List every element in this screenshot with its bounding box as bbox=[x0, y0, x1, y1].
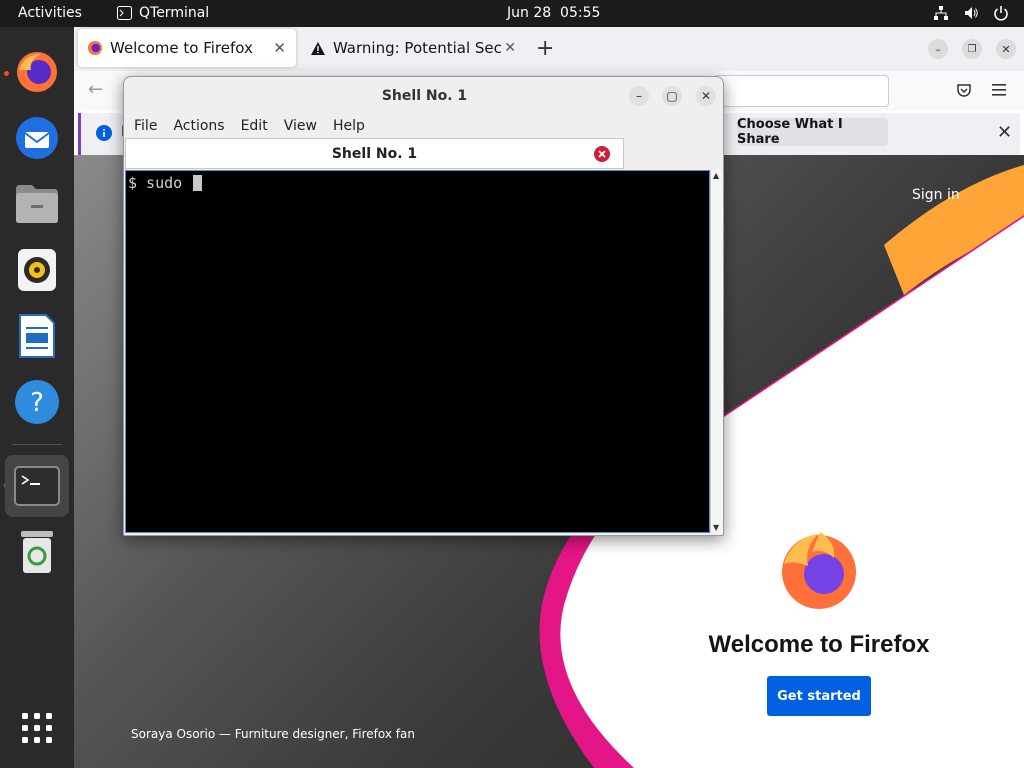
dock-rhythmbox[interactable] bbox=[12, 245, 62, 295]
button-label: Choose What I Share bbox=[737, 117, 843, 147]
terminal-minimize-button[interactable]: – bbox=[629, 86, 649, 106]
dock-trash[interactable] bbox=[12, 527, 62, 577]
tab-label: Warning: Potential Securi bbox=[332, 39, 502, 57]
close-window-button[interactable]: ✕ bbox=[996, 39, 1016, 59]
dock-thunderbird[interactable] bbox=[12, 113, 62, 163]
menu-view[interactable]: View bbox=[276, 115, 325, 138]
app-grid-icon bbox=[22, 713, 52, 743]
dock-separator bbox=[12, 444, 62, 445]
terminal-close-button[interactable]: ✕ bbox=[696, 86, 716, 106]
help-icon: ? bbox=[15, 380, 59, 424]
writer-icon bbox=[19, 314, 55, 358]
scroll-down-icon[interactable]: ▼ bbox=[713, 523, 719, 532]
menu-file[interactable]: File bbox=[124, 115, 165, 138]
url-bar[interactable] bbox=[714, 75, 889, 107]
minimize-button[interactable]: – bbox=[928, 39, 948, 59]
firefox-favicon-icon bbox=[88, 41, 102, 55]
photo-credit: Soraya Osorio — Furniture designer, Fire… bbox=[131, 727, 415, 741]
tab-close-icon[interactable]: ✕ bbox=[504, 40, 516, 56]
thunderbird-icon bbox=[16, 117, 58, 159]
dismiss-notification-icon[interactable]: ✕ bbox=[997, 122, 1012, 143]
dock-terminal[interactable] bbox=[5, 455, 69, 517]
menu-bar: File Actions Edit View Help bbox=[124, 115, 723, 138]
info-icon bbox=[96, 125, 112, 141]
terminal-tab[interactable]: Shell No. 1 bbox=[125, 138, 624, 169]
button-label: Get started bbox=[777, 688, 861, 704]
power-icon bbox=[994, 6, 1008, 21]
menu-actions[interactable]: Actions bbox=[165, 115, 232, 138]
clock-time: 05:55 bbox=[560, 5, 601, 21]
welcome-title: Welcome to Firefox bbox=[708, 631, 930, 658]
system-tray[interactable] bbox=[933, 5, 1009, 21]
text-cursor bbox=[193, 175, 203, 191]
dock-help[interactable]: ? bbox=[12, 377, 62, 427]
svg-text:?: ? bbox=[30, 388, 44, 418]
terminal-maximize-button[interactable]: ▢ bbox=[662, 86, 682, 106]
files-icon bbox=[16, 185, 58, 223]
get-started-button[interactable]: Get started bbox=[767, 676, 871, 716]
choose-what-i-share-button[interactable]: Choose What I Share bbox=[737, 117, 888, 147]
menu-help[interactable]: Help bbox=[325, 115, 373, 138]
top-bar: Activities QTerminal Jun 28 05:55 bbox=[0, 0, 1024, 27]
new-tab-button[interactable]: + bbox=[536, 36, 554, 61]
terminal-scrollbar[interactable]: ▲ ▼ bbox=[710, 170, 723, 533]
tab-welcome[interactable]: Welcome to Firefox ✕ bbox=[78, 29, 296, 67]
menu-edit[interactable]: Edit bbox=[233, 115, 276, 138]
terminal-window: Shell No. 1 – ▢ ✕ File Actions Edit View… bbox=[123, 76, 724, 536]
close-tab-icon[interactable] bbox=[594, 146, 610, 162]
app-name: QTerminal bbox=[139, 5, 210, 21]
tab-label: Shell No. 1 bbox=[331, 145, 418, 162]
window-title: Shell No. 1 bbox=[381, 88, 468, 104]
dock: ? bbox=[0, 27, 74, 768]
rhythmbox-icon bbox=[18, 249, 56, 291]
tab-warning[interactable]: Warning: Potential Securi ✕ bbox=[302, 29, 516, 67]
back-button[interactable]: ← bbox=[88, 79, 103, 100]
dock-files[interactable] bbox=[12, 179, 62, 229]
pocket-icon[interactable] bbox=[956, 83, 972, 99]
tab-label: Welcome to Firefox bbox=[110, 39, 253, 57]
activities-button[interactable]: Activities bbox=[18, 5, 82, 21]
terminal-icon bbox=[14, 466, 60, 506]
warning-icon bbox=[310, 41, 325, 55]
dock-writer[interactable] bbox=[12, 311, 62, 361]
firefox-icon bbox=[17, 52, 57, 92]
show-apps-button[interactable] bbox=[12, 703, 62, 753]
sign-in-link[interactable]: Sign in bbox=[912, 187, 960, 203]
terminal-prompt: $ sudo bbox=[128, 174, 192, 192]
app-menu[interactable]: QTerminal bbox=[117, 5, 209, 21]
terminal-screen[interactable]: $ sudo bbox=[125, 170, 710, 533]
scroll-up-icon[interactable]: ▲ bbox=[713, 171, 719, 180]
terminal-icon bbox=[117, 6, 132, 20]
network-icon bbox=[934, 6, 948, 20]
tab-strip: Welcome to Firefox ✕ Warning: Potential … bbox=[74, 27, 1024, 71]
firefox-logo-icon bbox=[782, 532, 856, 609]
dock-firefox[interactable] bbox=[12, 47, 62, 97]
tab-close-icon[interactable]: ✕ bbox=[273, 39, 286, 57]
restore-button[interactable]: ❐ bbox=[962, 39, 982, 59]
trash-icon bbox=[21, 531, 53, 573]
running-indicator bbox=[4, 71, 9, 76]
volume-icon bbox=[965, 7, 978, 19]
clock-date: Jun 28 bbox=[507, 5, 552, 21]
hamburger-menu-icon[interactable] bbox=[992, 84, 1006, 96]
clock[interactable]: Jun 28 05:55 bbox=[507, 5, 600, 21]
